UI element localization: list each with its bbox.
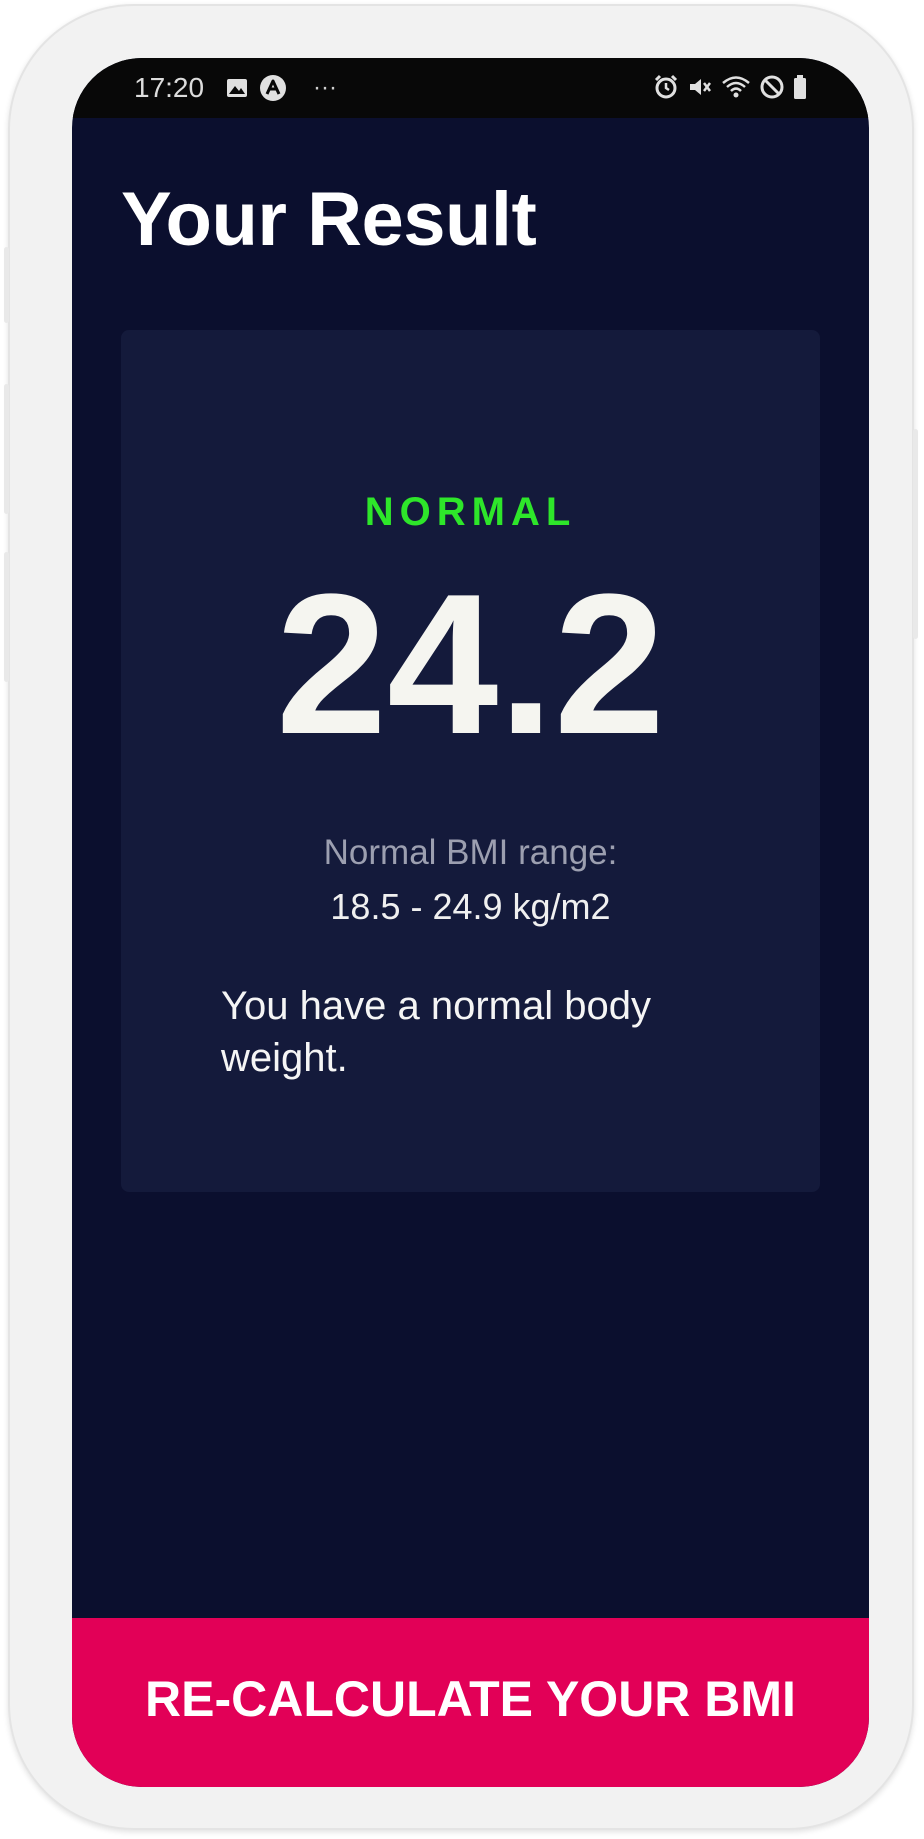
status-bar: 17:20 ··· (72, 58, 869, 118)
app-notification-icon (260, 75, 286, 101)
status-right-icons (653, 74, 807, 100)
phone-side-button (4, 247, 9, 323)
phone-side-button (4, 384, 9, 514)
bmi-status-label: NORMAL (364, 490, 577, 534)
normal-range-label: Normal BMI range: (323, 833, 618, 872)
phone-side-button (913, 429, 918, 639)
normal-range-value: 18.5 - 24.9 kg/m2 (330, 886, 611, 927)
result-card: NORMAL 24.2 Normal BMI range: 18.5 - 24.… (121, 330, 820, 1192)
battery-icon (794, 75, 806, 99)
vibrate-mute-icon (690, 79, 711, 95)
bmi-value: 24.2 (275, 553, 666, 776)
phone-side-button (4, 552, 9, 682)
phone-frame: 17:20 ··· Your Result NORMAL 24.2 Normal… (4, 4, 918, 1830)
result-message: You have a normal body weight. (221, 984, 651, 1080)
app-screen: 17:20 ··· Your Result NORMAL 24.2 Normal… (72, 58, 869, 1787)
page-title: Your Result (121, 177, 537, 262)
alarm-icon (654, 74, 678, 99)
image-notification-icon (227, 79, 247, 97)
recalculate-button-label: RE-CALCULATE YOUR BMI (145, 1670, 796, 1727)
wifi-icon (722, 76, 750, 98)
status-time: 17:20 (134, 72, 205, 103)
status-left-icons: ··· (225, 74, 337, 102)
do-not-disturb-icon (760, 75, 784, 99)
more-notifications-indicator: ··· (313, 74, 337, 101)
recalculate-button[interactable]: RE-CALCULATE YOUR BMI (72, 1618, 869, 1787)
